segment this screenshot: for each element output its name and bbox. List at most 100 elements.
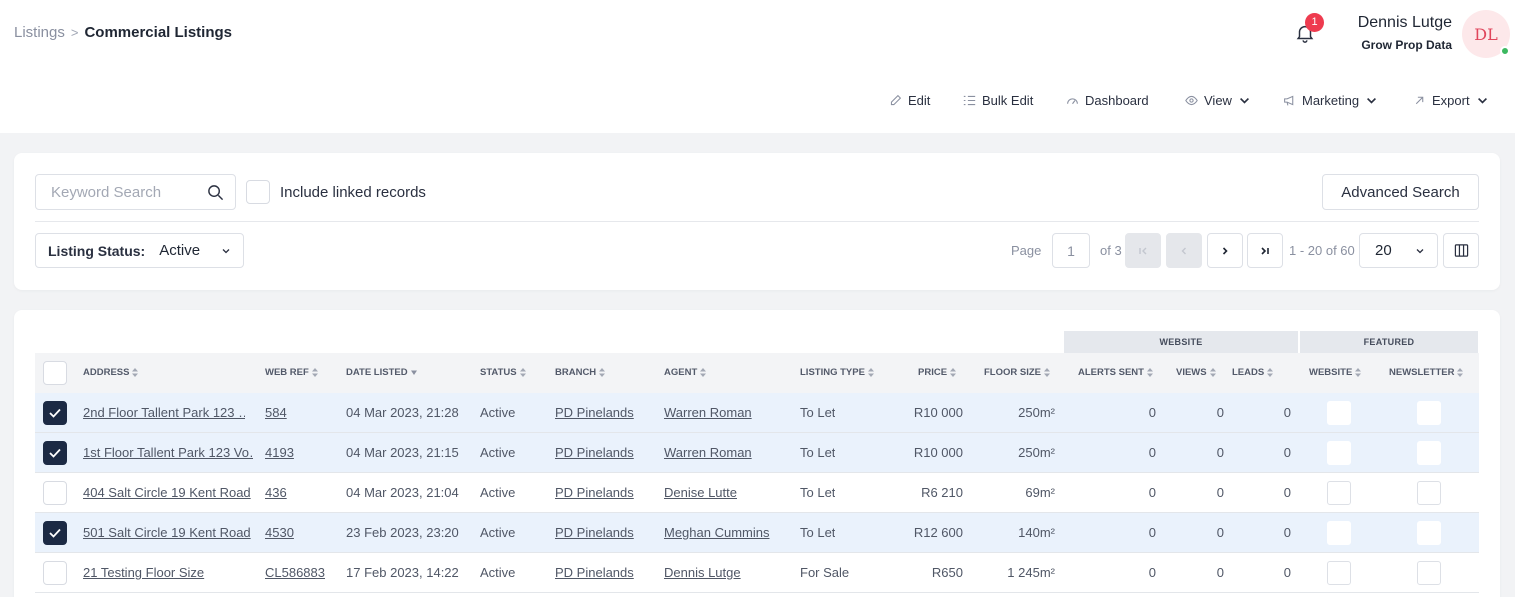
column-header-leads[interactable]: LEADS xyxy=(1232,367,1274,378)
column-chooser-button[interactable] xyxy=(1443,233,1479,268)
column-header-floor-size[interactable]: FLOOR SIZE xyxy=(984,367,1050,378)
sort-icon xyxy=(311,368,318,377)
price: R10 000 xyxy=(913,405,963,420)
agent-link[interactable]: Meghan Cummins xyxy=(664,525,770,540)
web-ref-link[interactable]: 4530 xyxy=(265,525,294,540)
previous-page-button[interactable] xyxy=(1166,233,1202,268)
column-header-address[interactable]: ADDRESS xyxy=(83,367,139,378)
column-header-views[interactable]: VIEWS xyxy=(1176,367,1216,378)
web-ref-link[interactable]: 584 xyxy=(265,405,287,420)
date-listed: 04 Mar 2023, 21:28 xyxy=(346,405,459,420)
column-header-web-ref[interactable]: WEB REF xyxy=(265,367,318,378)
column-header-agent[interactable]: AGENT xyxy=(664,367,707,378)
include-linked-label: Include linked records xyxy=(280,184,426,201)
include-linked-checkbox[interactable] xyxy=(246,180,270,204)
table-row[interactable]: 501 Salt Circle 19 Kent Road 4530 23 Feb… xyxy=(35,513,1479,553)
group-header-featured: FEATURED xyxy=(1300,331,1478,353)
leads: 0 xyxy=(1283,445,1291,460)
column-header-date-listed[interactable]: DATE LISTED xyxy=(346,367,417,378)
first-page-button[interactable] xyxy=(1125,233,1161,268)
breadcrumb-listings-link[interactable]: Listings xyxy=(14,24,65,41)
export-dropdown[interactable]: Export xyxy=(1413,93,1489,108)
featured-website-toggle[interactable] xyxy=(1327,401,1351,425)
bulk-edit-button[interactable]: Bulk Edit xyxy=(963,93,1033,108)
branch-link[interactable]: PD Pinelands xyxy=(555,565,634,580)
agent-link[interactable]: Denise Lutte xyxy=(664,485,737,500)
table-row[interactable]: 21 Testing Floor Size CL586883 17 Feb 20… xyxy=(35,553,1479,593)
views: 0 xyxy=(1216,565,1224,580)
featured-newsletter-toggle[interactable] xyxy=(1417,481,1441,505)
agent-link[interactable]: Warren Roman xyxy=(664,445,752,460)
featured-newsletter-toggle[interactable] xyxy=(1417,561,1441,585)
column-header-status[interactable]: STATUS xyxy=(480,367,526,378)
branch-link[interactable]: PD Pinelands xyxy=(555,525,634,540)
page-number-input[interactable] xyxy=(1052,233,1090,268)
view-dropdown[interactable]: View xyxy=(1185,93,1251,108)
page-size-select[interactable]: 20 xyxy=(1359,233,1438,268)
marketing-dropdown[interactable]: Marketing xyxy=(1283,93,1378,108)
featured-website-toggle[interactable] xyxy=(1327,481,1351,505)
row-checkbox[interactable] xyxy=(43,441,67,465)
leads: 0 xyxy=(1283,565,1291,580)
keyword-search-input[interactable] xyxy=(35,174,236,210)
sort-icon xyxy=(599,368,606,377)
table-row[interactable]: 404 Salt Circle 19 Kent Road 436 04 Mar … xyxy=(35,473,1479,513)
price: R650 xyxy=(931,565,963,580)
branch-link[interactable]: PD Pinelands xyxy=(555,485,634,500)
next-page-button[interactable] xyxy=(1207,233,1243,268)
column-header-featured-website[interactable]: WEBSITE xyxy=(1309,367,1362,378)
sort-icon xyxy=(950,368,957,377)
featured-website-toggle[interactable] xyxy=(1327,441,1351,465)
column-header-listing-type[interactable]: LISTING TYPE xyxy=(800,367,874,378)
price: R12 600 xyxy=(913,525,963,540)
branch-link[interactable]: PD Pinelands xyxy=(555,405,634,420)
listing-status-select[interactable]: Listing Status: Active xyxy=(35,233,244,268)
row-checkbox[interactable] xyxy=(43,521,67,545)
edit-button[interactable]: Edit xyxy=(889,93,930,108)
listing-type: To Let xyxy=(800,485,836,500)
agent-link[interactable]: Warren Roman xyxy=(664,405,752,420)
last-page-button[interactable] xyxy=(1247,233,1283,268)
column-header-label: LISTING TYPE xyxy=(800,367,865,378)
agent-link[interactable]: Dennis Lutge xyxy=(664,565,741,580)
check-icon xyxy=(49,448,61,458)
column-header-label: LEADS xyxy=(1232,367,1265,378)
table-row[interactable]: 2nd Floor Tallent Park 123 … 584 04 Mar … xyxy=(35,393,1479,433)
listing-status-value: Active xyxy=(159,242,201,259)
select-all-checkbox[interactable] xyxy=(43,361,67,385)
page-size-value: 20 xyxy=(1375,242,1392,259)
row-checkbox[interactable] xyxy=(43,481,67,505)
featured-newsletter-toggle[interactable] xyxy=(1417,401,1441,425)
address-link[interactable]: 1st Floor Tallent Park 123 Vo… xyxy=(83,445,253,460)
web-ref-link[interactable]: 4193 xyxy=(265,445,294,460)
web-ref-link[interactable]: CL586883 xyxy=(265,565,325,580)
column-header-price[interactable]: PRICE xyxy=(918,367,957,378)
web-ref-link[interactable]: 436 xyxy=(265,485,287,500)
alerts-sent: 0 xyxy=(1148,405,1156,420)
pencil-icon xyxy=(890,94,902,106)
featured-newsletter-toggle[interactable] xyxy=(1417,521,1441,545)
check-icon xyxy=(49,528,61,538)
address-link[interactable]: 2nd Floor Tallent Park 123 … xyxy=(83,405,245,420)
advanced-search-button[interactable]: Advanced Search xyxy=(1322,174,1479,210)
view-label: View xyxy=(1204,93,1232,108)
column-header-newsletter[interactable]: NEWSLETTER xyxy=(1389,367,1464,378)
address-link[interactable]: 21 Testing Floor Size xyxy=(83,565,258,580)
featured-website-toggle[interactable] xyxy=(1327,561,1351,585)
row-checkbox[interactable] xyxy=(43,401,67,425)
address-link[interactable]: 404 Salt Circle 19 Kent Road xyxy=(83,485,258,500)
search-icon[interactable] xyxy=(207,184,224,201)
column-header-label: BRANCH xyxy=(555,367,597,378)
address-link[interactable]: 501 Salt Circle 19 Kent Road xyxy=(83,525,258,540)
column-header-alerts-sent[interactable]: ALERTS SENT xyxy=(1078,367,1153,378)
search-filter-panel: Include linked records Advanced Search L… xyxy=(14,153,1500,290)
branch-link[interactable]: PD Pinelands xyxy=(555,445,634,460)
column-header-branch[interactable]: BRANCH xyxy=(555,367,606,378)
featured-website-toggle[interactable] xyxy=(1327,521,1351,545)
table-row[interactable]: 1st Floor Tallent Park 123 Vo… 4193 04 M… xyxy=(35,433,1479,473)
dashboard-button[interactable]: Dashboard xyxy=(1066,93,1149,108)
featured-newsletter-toggle[interactable] xyxy=(1417,441,1441,465)
price: R10 000 xyxy=(913,445,963,460)
row-checkbox[interactable] xyxy=(43,561,67,585)
sort-icon xyxy=(519,368,526,377)
